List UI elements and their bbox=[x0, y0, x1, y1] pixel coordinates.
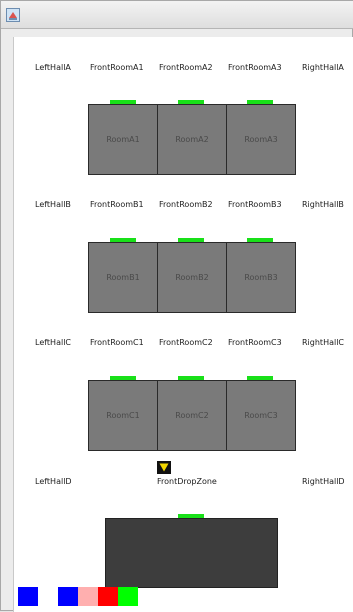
drop-room[interactable] bbox=[105, 518, 278, 588]
room-c1-label: RoomC1 bbox=[106, 411, 140, 420]
room-b3-label: RoomB3 bbox=[244, 273, 278, 282]
room-b3[interactable]: RoomB3 bbox=[226, 242, 296, 313]
room-a3[interactable]: RoomA3 bbox=[226, 104, 296, 175]
front-room-a1-label: FrontRoomA1 bbox=[90, 63, 144, 72]
left-hall-d-label: LeftHallD bbox=[35, 477, 72, 486]
right-hall-a-label: RightHallA bbox=[302, 63, 344, 72]
room-a1[interactable]: RoomA1 bbox=[88, 104, 158, 175]
left-hall-c-label: LeftHallC bbox=[35, 338, 71, 347]
room-a3-label: RoomA3 bbox=[244, 135, 278, 144]
front-room-a3-label: FrontRoomA3 bbox=[228, 63, 282, 72]
right-hall-d-label: RightHallD bbox=[302, 477, 345, 486]
front-room-c1-label: FrontRoomC1 bbox=[90, 338, 144, 347]
room-b2-label: RoomB2 bbox=[175, 273, 209, 282]
java-app-icon bbox=[6, 8, 20, 22]
title-bar bbox=[1, 1, 353, 29]
front-room-b2-label: FrontRoomB2 bbox=[159, 200, 213, 209]
left-hall-a-label: LeftHallA bbox=[35, 63, 71, 72]
application-window: LeftHallA FrontRoomA1 FrontRoomA2 FrontR… bbox=[0, 0, 353, 612]
room-b1[interactable]: RoomB1 bbox=[88, 242, 158, 313]
red-swatch[interactable] bbox=[98, 587, 118, 606]
front-room-c3-label: FrontRoomC3 bbox=[228, 338, 282, 347]
room-c2[interactable]: RoomC2 bbox=[157, 380, 227, 451]
room-c3-label: RoomC3 bbox=[244, 411, 278, 420]
blue-swatch-2[interactable] bbox=[58, 587, 78, 606]
room-c3[interactable]: RoomC3 bbox=[226, 380, 296, 451]
room-c1[interactable]: RoomC1 bbox=[88, 380, 158, 451]
right-hall-c-label: RightHallC bbox=[302, 338, 345, 347]
front-drop-zone-label: FrontDropZone bbox=[157, 477, 217, 486]
room-b1-label: RoomB1 bbox=[106, 273, 140, 282]
arrow-down-marker-icon[interactable] bbox=[157, 461, 171, 474]
room-a1-label: RoomA1 bbox=[106, 135, 140, 144]
front-room-b3-label: FrontRoomB3 bbox=[228, 200, 282, 209]
front-room-c2-label: FrontRoomC2 bbox=[159, 338, 213, 347]
blue-swatch-1[interactable] bbox=[18, 587, 38, 606]
front-room-b1-label: FrontRoomB1 bbox=[90, 200, 144, 209]
room-a2-label: RoomA2 bbox=[175, 135, 209, 144]
green-swatch[interactable] bbox=[118, 587, 138, 606]
room-c2-label: RoomC2 bbox=[175, 411, 209, 420]
left-hall-b-label: LeftHallB bbox=[35, 200, 71, 209]
right-hall-b-label: RightHallB bbox=[302, 200, 344, 209]
room-a2[interactable]: RoomA2 bbox=[157, 104, 227, 175]
front-room-a2-label: FrontRoomA2 bbox=[159, 63, 213, 72]
room-b2[interactable]: RoomB2 bbox=[157, 242, 227, 313]
white-swatch[interactable] bbox=[38, 587, 58, 606]
pink-swatch[interactable] bbox=[78, 587, 98, 606]
